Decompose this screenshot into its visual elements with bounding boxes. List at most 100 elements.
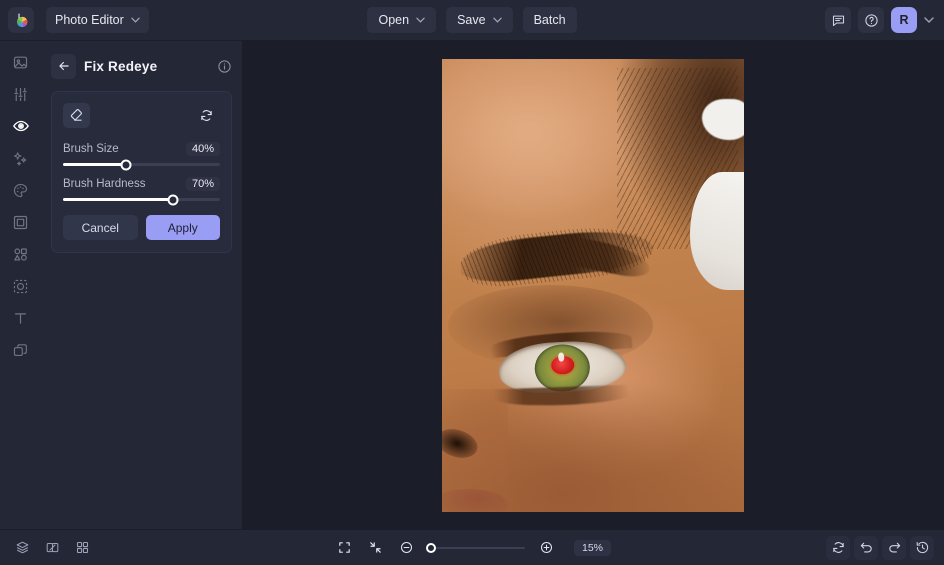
sidebar-item-cutout[interactable] (6, 275, 36, 297)
frame-icon (12, 214, 29, 231)
help-button[interactable] (858, 7, 884, 33)
app-logo[interactable] (8, 7, 34, 33)
brush-size-header: Brush Size 40% (63, 142, 220, 156)
chevron-down-icon (416, 17, 425, 23)
collapse-arrows-icon (368, 540, 383, 555)
open-label: Open (378, 13, 410, 27)
apply-button[interactable]: Apply (145, 215, 220, 240)
grid-view-button[interactable] (70, 536, 94, 560)
arrow-left-icon (57, 59, 71, 73)
sidebar-item-image[interactable] (6, 51, 36, 73)
sidebar-item-retouch[interactable] (6, 115, 36, 137)
tool-panel: Fix Redeye Brush Size 40% Brush Hardness… (41, 41, 242, 529)
reset-brush-button[interactable] (193, 103, 220, 128)
back-button[interactable] (51, 53, 76, 79)
grid-view-icon (75, 540, 90, 555)
brush-size-fill (63, 163, 126, 166)
fit-to-screen-button[interactable] (333, 536, 357, 560)
sidebar-item-adjust[interactable] (6, 83, 36, 105)
brush-size-slider[interactable] (63, 159, 220, 170)
chevron-down-icon (131, 17, 140, 23)
photo-editor-app: Photo Editor Open Save Batch R Fix Redey… (0, 0, 944, 565)
compare-button[interactable] (40, 536, 64, 560)
brush-size-thumb[interactable] (120, 159, 132, 170)
edited-photo[interactable] (442, 58, 744, 512)
brush-hardness-slider-block: Brush Hardness 70% (63, 177, 220, 205)
undo-button[interactable] (854, 535, 878, 560)
redo-button[interactable] (882, 535, 906, 560)
layers-copy-icon (12, 342, 29, 359)
brush-hardness-slider[interactable] (63, 194, 220, 205)
chat-bubble-icon (831, 13, 846, 28)
zoom-slider-thumb[interactable] (425, 542, 436, 553)
actual-size-button[interactable] (364, 536, 388, 560)
image-canvas[interactable] (242, 41, 944, 529)
redeye-settings-card: Brush Size 40% Brush Hardness 70% Cancel… (51, 91, 232, 253)
sidebar-item-shapes[interactable] (6, 243, 36, 265)
sidebar-item-layers[interactable] (6, 339, 36, 361)
feedback-button[interactable] (825, 7, 851, 33)
sidebar-item-text[interactable] (6, 307, 36, 329)
eraser-icon (69, 108, 84, 123)
photo-iris (534, 342, 592, 393)
compare-split-icon (45, 540, 60, 555)
brush-hardness-thumb[interactable] (167, 194, 179, 205)
brush-hardness-value: 70% (185, 177, 220, 191)
history-button[interactable] (910, 535, 934, 560)
batch-label: Batch (533, 13, 566, 27)
app-logo-color-wheel-icon (13, 12, 30, 29)
brush-tool-row (63, 103, 220, 128)
image-icon (12, 54, 29, 71)
save-label: Save (457, 13, 486, 27)
cancel-button[interactable]: Cancel (63, 215, 138, 240)
account-menu-chevron-down-icon[interactable] (924, 17, 934, 23)
cutout-icon (12, 278, 29, 295)
text-t-icon (12, 310, 29, 327)
sidebar-item-frame[interactable] (6, 211, 36, 233)
panel-header: Fix Redeye (51, 51, 232, 81)
info-circle-icon[interactable] (217, 59, 232, 74)
fit-to-screen-icon (337, 540, 352, 555)
zoom-in-icon (539, 540, 554, 555)
reset-view-icon (831, 540, 846, 555)
brush-hardness-label: Brush Hardness (63, 178, 146, 190)
eraser-tool-button[interactable] (63, 103, 90, 128)
page-title: Fix Redeye (84, 58, 158, 74)
tool-rail (0, 41, 41, 529)
palette-icon (12, 182, 29, 199)
open-button[interactable]: Open (367, 7, 437, 33)
zoom-out-button[interactable] (395, 536, 419, 560)
sidebar-item-effects[interactable] (6, 147, 36, 169)
layers-stack-icon (15, 540, 30, 555)
brush-size-value: 40% (185, 142, 220, 156)
brush-hardness-fill (63, 198, 173, 201)
avatar[interactable]: R (891, 7, 917, 33)
zoom-out-icon (399, 540, 414, 555)
bottom-toolbar: 15% (0, 529, 944, 565)
top-toolbar: Photo Editor Open Save Batch R (0, 0, 944, 41)
layers-panel-button[interactable] (10, 536, 34, 560)
redo-icon (887, 540, 902, 555)
save-button[interactable]: Save (446, 7, 513, 33)
sidebar-item-color[interactable] (6, 179, 36, 201)
zoom-in-button[interactable] (535, 536, 559, 560)
app-body: Fix Redeye Brush Size 40% Brush Hardness… (0, 41, 944, 529)
shapes-icon (12, 246, 29, 263)
undo-icon (859, 540, 874, 555)
panel-actions: Cancel Apply (63, 215, 220, 240)
brand-menu-button[interactable]: Photo Editor (46, 7, 149, 33)
history-controls (826, 535, 934, 560)
sparkles-icon (12, 150, 29, 167)
question-circle-icon (864, 13, 879, 28)
zoom-level-value[interactable]: 15% (573, 539, 611, 556)
eye-icon (12, 117, 30, 135)
batch-button[interactable]: Batch (522, 7, 577, 33)
top-right-actions: R (825, 7, 934, 33)
reset-view-button[interactable] (826, 535, 850, 560)
brush-hardness-header: Brush Hardness 70% (63, 177, 220, 191)
avatar-initial: R (899, 13, 909, 27)
history-icon (915, 540, 930, 555)
zoom-slider[interactable] (425, 542, 525, 553)
sliders-icon (12, 86, 29, 103)
brush-size-label: Brush Size (63, 143, 119, 155)
